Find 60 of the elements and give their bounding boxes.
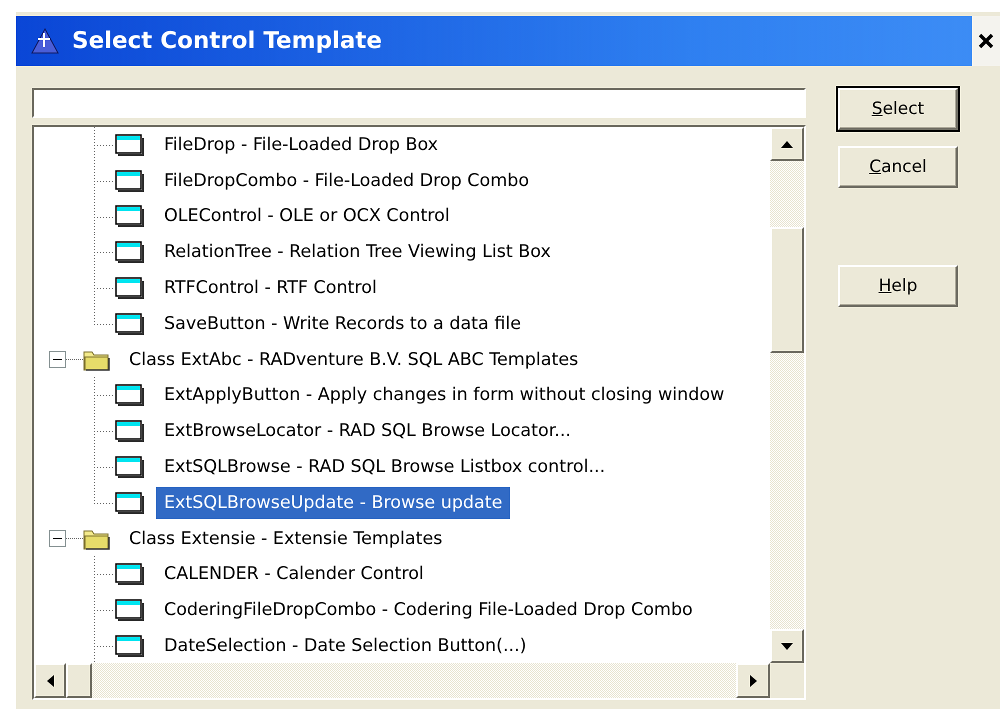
scroll-thumb[interactable] bbox=[66, 663, 92, 698]
tree-line bbox=[94, 162, 115, 199]
window-title: Select Control Template bbox=[72, 28, 382, 54]
tree-item[interactable]: RTFControl - RTF Control bbox=[156, 272, 385, 304]
triangle-logo-icon bbox=[30, 27, 60, 55]
window-icon bbox=[115, 312, 144, 335]
left-arrow-icon bbox=[46, 674, 54, 686]
tree-item[interactable]: DateSelection - Date Selection Button(...) bbox=[156, 630, 534, 662]
window-icon bbox=[115, 134, 144, 156]
tree-line bbox=[94, 592, 115, 628]
scroll-thumb[interactable] bbox=[770, 227, 804, 353]
dialog-button[interactable]: Select bbox=[838, 88, 958, 130]
scroll-left-button[interactable] bbox=[34, 663, 66, 698]
window-icon bbox=[115, 563, 144, 586]
tree-item[interactable]: SaveButton - Write Records to a data file bbox=[156, 308, 529, 340]
scrollbar-corner bbox=[770, 663, 804, 698]
collapse-icon[interactable] bbox=[49, 530, 66, 548]
window-icon bbox=[115, 170, 144, 192]
tree-line bbox=[94, 234, 115, 270]
collapse-icon[interactable] bbox=[49, 351, 66, 368]
scroll-down-button[interactable] bbox=[770, 629, 804, 663]
tree-line bbox=[94, 556, 115, 592]
tree-item[interactable]: RelationTree - Relation Tree Viewing List Box bbox=[156, 236, 559, 268]
tree-line bbox=[94, 377, 115, 414]
up-arrow-icon bbox=[781, 140, 793, 148]
tree-item[interactable]: OLEControl - OLE or OCX Control bbox=[156, 200, 458, 232]
window-icon bbox=[115, 277, 144, 300]
window-icon bbox=[115, 492, 144, 514]
tree-item[interactable]: CoderingFileDropCombo - Codering File-Loaded Drop Combo bbox=[156, 594, 701, 626]
right-arrow-icon bbox=[750, 674, 756, 686]
window-icon bbox=[115, 241, 144, 264]
tree-item[interactable]: FileDropCombo - File-Loaded Drop Combo bbox=[156, 164, 538, 197]
help-button[interactable]: Help bbox=[838, 265, 958, 307]
tree-item[interactable]: FileDrop - File-Loaded Drop Box bbox=[156, 128, 446, 161]
tree-line bbox=[94, 127, 115, 163]
window-icon bbox=[115, 599, 144, 622]
tree-item[interactable]: CALENDER - Calender Control bbox=[156, 558, 432, 590]
search-field[interactable] bbox=[32, 88, 806, 118]
tree-item[interactable]: ExtSQLBrowseUpdate - Browse update bbox=[156, 486, 510, 519]
tree-line bbox=[94, 198, 115, 234]
window-icon bbox=[115, 456, 144, 478]
window-icon bbox=[115, 635, 144, 658]
horizontal-scrollbar[interactable] bbox=[34, 663, 770, 698]
tree-line bbox=[94, 628, 115, 663]
scroll-up-button[interactable] bbox=[770, 127, 804, 161]
close-button[interactable] bbox=[972, 16, 1000, 66]
dialog-button[interactable]: Cancel bbox=[838, 146, 958, 188]
tree-item[interactable]: ExtApplyButton - Apply changes in form without closing window bbox=[156, 379, 732, 412]
tree-folder-item[interactable]: Class Extensie - Extensie Templates bbox=[121, 522, 450, 555]
tree-item[interactable]: ExtBrowseLocator - RAD SQL Browse Locator... bbox=[156, 415, 579, 448]
window-icon bbox=[115, 205, 144, 228]
tree-line bbox=[94, 413, 115, 450]
vertical-scrollbar[interactable] bbox=[770, 127, 804, 663]
tree-folder-item[interactable]: Class ExtAbc - RADventure B.V. SQL ABC Templates bbox=[121, 344, 586, 376]
tree-item[interactable]: ExtSQLBrowse - RAD SQL Browse Listbox control... bbox=[156, 451, 614, 484]
scroll-right-button[interactable] bbox=[736, 663, 770, 698]
window-icon bbox=[115, 384, 144, 406]
close-icon bbox=[978, 33, 994, 49]
down-arrow-icon bbox=[781, 642, 793, 650]
window-icon bbox=[115, 420, 144, 442]
